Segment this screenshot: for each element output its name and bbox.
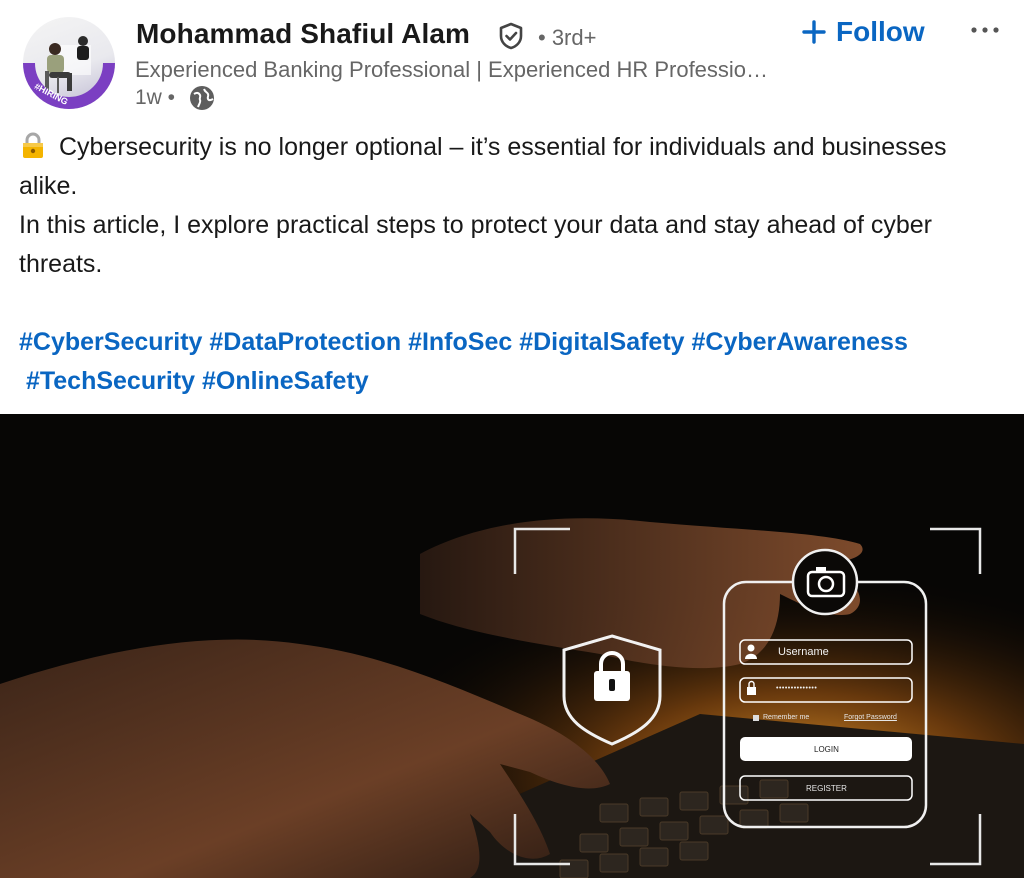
post-text: Cybersecurity is no longer optional – it…: [19, 128, 1009, 284]
ellipsis-icon[interactable]: [966, 12, 1004, 48]
hashtag-link[interactable]: #CyberSecurity: [19, 328, 202, 356]
hiring-frame-icon: [23, 62, 115, 109]
author-name[interactable]: Mohammad Shafiul Alam: [136, 18, 470, 50]
hashtag-list: #CyberSecurity #DataProtection #InfoSec …: [19, 323, 1009, 401]
hashtag-link[interactable]: #OnlineSafety: [202, 367, 369, 395]
cybersecurity-illustration: [0, 414, 1024, 878]
avatar[interactable]: #HIRING: [23, 17, 115, 109]
post-paragraph-2: In this article, I explore practical ste…: [19, 206, 1009, 284]
shield-check-icon: [499, 22, 523, 50]
forgot-password-link: Forgot Password: [844, 714, 897, 721]
hashtag-link[interactable]: #DataProtection: [209, 328, 401, 356]
post-header: #HIRING Mohammad Shafiul Alam • 3rd+ Exp…: [0, 0, 1024, 120]
post-paragraph-1: Cybersecurity is no longer optional – it…: [19, 128, 1009, 206]
plus-icon: [802, 20, 826, 44]
hashtag-link[interactable]: #TechSecurity: [26, 367, 195, 395]
post-time: 1w •: [135, 86, 176, 109]
register-button-label: REGISTER: [806, 784, 847, 793]
post-line-2: In this article, I explore practical ste…: [19, 211, 932, 278]
author-headline: Experienced Banking Professional | Exper…: [135, 57, 769, 82]
follow-button[interactable]: Follow: [798, 12, 933, 52]
globe-icon: [190, 86, 214, 110]
hashtag-link[interactable]: #InfoSec: [408, 328, 512, 356]
hashtag-link[interactable]: #CyberAwareness: [692, 328, 908, 356]
hashtag-link[interactable]: #DigitalSafety: [519, 328, 684, 356]
lock-emoji-icon: [23, 132, 43, 158]
post-image[interactable]: Username •••••••••••••• Remember me Forg…: [0, 414, 1024, 878]
connection-degree: • 3rd+: [538, 25, 597, 50]
password-mask: ••••••••••••••: [776, 685, 818, 692]
follow-label: Follow: [836, 16, 925, 47]
remember-label: Remember me: [763, 714, 810, 721]
post-line-1: Cybersecurity is no longer optional – it…: [19, 133, 947, 200]
username-label: Username: [778, 646, 829, 658]
login-button-label: LOGIN: [814, 745, 839, 754]
